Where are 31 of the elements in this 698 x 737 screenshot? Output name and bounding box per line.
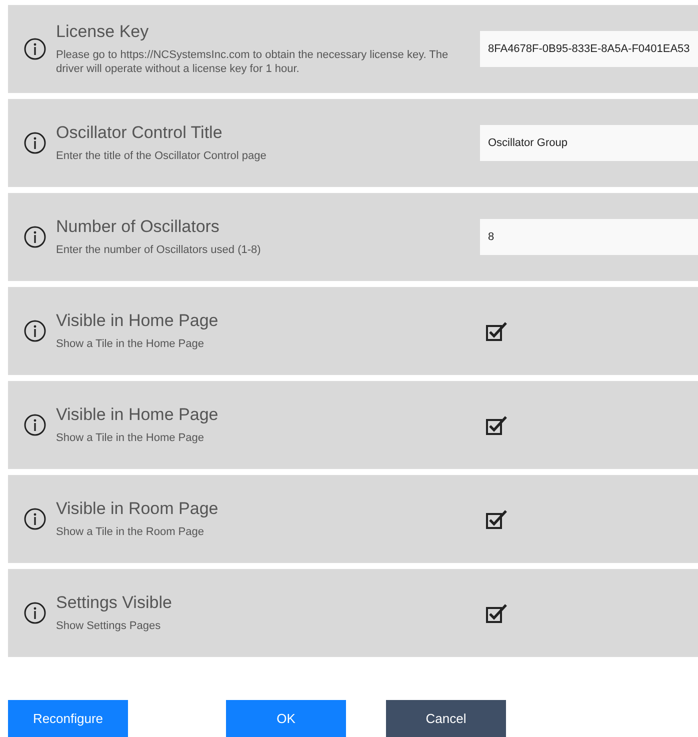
setting-title: Oscillator Control Title (56, 122, 224, 143)
input-field[interactable]: 8 (480, 219, 698, 255)
setting-description: Show Settings Pages (56, 618, 162, 634)
setting-title: Visible in Home Page (56, 404, 220, 425)
setting-title: License Key (56, 22, 150, 42)
input-field[interactable]: 8FA4678F-0B95-833E-8A5A-F0401EA53 (480, 31, 698, 67)
setting-title: Number of Oscillators (56, 216, 220, 237)
action-button[interactable]: Reconfigure (8, 700, 128, 737)
setting-title: Visible in Home Page (56, 310, 220, 331)
checkbox[interactable] (486, 509, 508, 529)
setting-description: Enter the title of the Oscillator Control page (56, 148, 268, 164)
checkbox[interactable] (486, 603, 508, 623)
input-field[interactable]: Oscillator Group (480, 125, 698, 161)
setting-description: Show a Tile in the Home Page (56, 430, 205, 446)
info-icon[interactable] (24, 414, 46, 436)
info-icon[interactable] (24, 320, 46, 342)
setting-description: Please go to https://NCSystemsInc.com to obtain the necessary license key. The driver will operate without a license key for 1 hour. (56, 48, 450, 76)
info-icon[interactable] (24, 508, 46, 530)
info-icon[interactable] (24, 38, 46, 60)
setting-title: Visible in Room Page (56, 498, 220, 519)
setting-description: Show a Tile in the Room Page (56, 524, 205, 540)
info-icon[interactable] (24, 132, 46, 154)
cancel-button[interactable]: Cancel (386, 700, 506, 737)
setting-description: Show a Tile in the Home Page (56, 336, 205, 352)
setting-description: Enter the number of Oscillators used (1-8) (56, 242, 262, 258)
checkbox[interactable] (486, 415, 508, 435)
info-icon[interactable] (24, 602, 46, 624)
info-icon[interactable] (24, 226, 46, 248)
checkbox[interactable] (486, 321, 508, 341)
action-button[interactable]: OK (226, 700, 346, 737)
setting-title: Settings Visible (56, 592, 173, 613)
